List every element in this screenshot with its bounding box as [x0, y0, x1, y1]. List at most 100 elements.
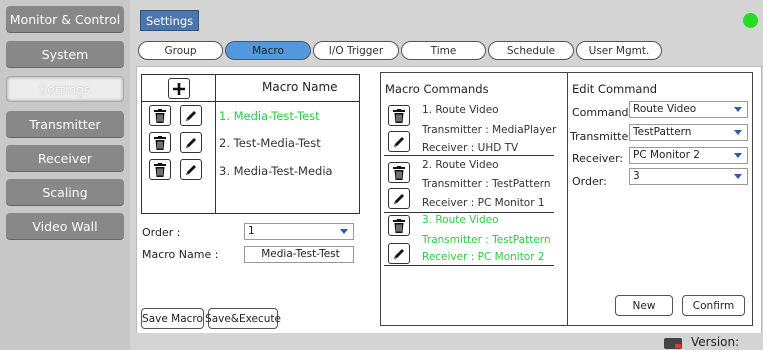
- command-line[interactable]: 2. Route Video: [422, 159, 499, 171]
- sidebar-item-label: Scaling: [42, 184, 88, 200]
- trash-icon: [393, 218, 405, 233]
- pencil-icon: [186, 110, 196, 121]
- tab-time[interactable]: Time: [401, 41, 486, 60]
- edit-command-button[interactable]: [388, 243, 410, 264]
- pencil-icon: [394, 248, 404, 259]
- tab-io-trigger[interactable]: I/O Trigger: [313, 41, 399, 60]
- command-line[interactable]: 3. Route Video: [422, 214, 499, 226]
- sidebar-item-label: System: [41, 46, 89, 62]
- edit-command-title: Edit Command: [572, 82, 658, 96]
- sidebar-item-label: Receiver: [37, 150, 93, 166]
- sidebar-item-label: Video Wall: [32, 218, 98, 234]
- delete-command-button[interactable]: [388, 162, 410, 183]
- command-select[interactable]: Route Video: [629, 101, 748, 118]
- trash-icon: [154, 135, 166, 150]
- edit-macro-button[interactable]: [180, 132, 202, 153]
- tab-label: I/O Trigger: [328, 44, 384, 57]
- chevron-down-icon: [734, 107, 742, 112]
- tab-schedule[interactable]: Schedule: [488, 41, 574, 60]
- tab-macro[interactable]: Macro: [225, 41, 311, 60]
- receiver-label: Receiver:: [572, 152, 624, 165]
- chevron-down-icon: [734, 153, 742, 158]
- macro-name-input[interactable]: Media-Test-Test: [244, 246, 354, 263]
- macro-list-item[interactable]: 2. Test-Media-Test: [219, 136, 321, 150]
- sidebar-item-system[interactable]: System: [6, 41, 124, 67]
- pencil-icon: [394, 193, 404, 204]
- edit-order-select[interactable]: 3: [629, 168, 748, 185]
- table-divider: [215, 74, 216, 214]
- tab-label: User Mgmt.: [588, 44, 650, 57]
- edit-macro-button[interactable]: [180, 159, 202, 180]
- sidebar-item-receiver[interactable]: Receiver: [6, 145, 124, 171]
- order-select[interactable]: 1: [244, 223, 354, 240]
- chevron-down-icon: [734, 174, 742, 179]
- receiver-select[interactable]: PC Monitor 2: [629, 147, 748, 164]
- pencil-icon: [394, 136, 404, 147]
- edit-command-button[interactable]: [388, 131, 410, 152]
- delete-macro-button[interactable]: [149, 159, 171, 180]
- confirm-command-button[interactable]: Confirm: [682, 295, 745, 316]
- transmitter-label: Transmitter:: [570, 130, 637, 143]
- add-macro-button[interactable]: [168, 78, 190, 99]
- macro-list-item[interactable]: 3. Media-Test-Media: [219, 164, 333, 178]
- tab-user-mgmt[interactable]: User Mgmt.: [576, 41, 662, 60]
- new-command-button[interactable]: New: [615, 295, 673, 316]
- macro-list-item[interactable]: 1. Media-Test-Test: [219, 109, 320, 123]
- sidebar: Monitor & Control System Settings Transm…: [0, 0, 130, 350]
- tab-label: Macro: [252, 44, 284, 57]
- command-line: Receiver : UHD TV: [422, 142, 519, 154]
- sidebar-item-scaling[interactable]: Scaling: [6, 179, 124, 205]
- delete-macro-button[interactable]: [149, 132, 171, 153]
- sidebar-item-settings[interactable]: Settings: [6, 76, 124, 102]
- pencil-icon: [186, 164, 196, 175]
- command-line: Transmitter : MediaPlayer: [422, 124, 557, 136]
- macro-name-header: Macro Name: [262, 80, 338, 94]
- tab-label: Schedule: [506, 44, 556, 57]
- sidebar-item-label: Monitor & Control: [9, 11, 121, 27]
- trash-icon: [154, 108, 166, 123]
- panel-divider: [567, 72, 568, 326]
- status-indicator: [743, 13, 758, 28]
- transmitter-value: TestPattern: [633, 126, 692, 138]
- command-separator: [384, 155, 554, 156]
- page-title: Settings: [140, 10, 200, 31]
- sidebar-item-video-wall[interactable]: Video Wall: [6, 213, 124, 239]
- command-line: Receiver : PC Monitor 2: [422, 251, 545, 263]
- command-line: Receiver : PC Monitor 1: [422, 197, 545, 209]
- command-line: Transmitter : TestPattern: [422, 178, 551, 190]
- macro-name-label: Macro Name :: [142, 248, 219, 261]
- sidebar-item-label: Settings: [39, 81, 91, 97]
- chevron-down-icon: [340, 229, 348, 234]
- edit-command-button[interactable]: [388, 188, 410, 209]
- command-label: Command:: [572, 106, 633, 119]
- trash-icon: [393, 165, 405, 180]
- command-line[interactable]: 1. Route Video: [422, 104, 499, 116]
- save-macro-button[interactable]: Save Macro: [141, 308, 204, 329]
- receiver-value: PC Monitor 2: [633, 149, 700, 161]
- sidebar-item-monitor-control[interactable]: Monitor & Control: [6, 6, 124, 32]
- sidebar-item-transmitter[interactable]: Transmitter: [6, 111, 124, 137]
- delete-macro-button[interactable]: [149, 105, 171, 126]
- trash-icon: [393, 108, 405, 123]
- edit-order-label: Order:: [572, 175, 607, 188]
- command-line: Transmitter : TestPattern: [422, 234, 551, 246]
- version-label: Version:: [691, 335, 740, 349]
- save-execute-button[interactable]: Save&Execute: [205, 308, 281, 329]
- command-separator: [384, 265, 554, 266]
- trash-icon: [154, 162, 166, 177]
- keyboard-icon[interactable]: [664, 338, 682, 349]
- order-label: Order :: [142, 226, 181, 239]
- tab-label: Group: [164, 44, 197, 57]
- pencil-icon: [186, 137, 196, 148]
- delete-command-button[interactable]: [388, 215, 410, 236]
- table-header-divider: [141, 101, 360, 102]
- plus-icon: [173, 82, 185, 95]
- edit-order-value: 3: [633, 170, 640, 182]
- tab-group[interactable]: Group: [138, 41, 223, 60]
- tab-label: Time: [430, 44, 457, 57]
- transmitter-select[interactable]: TestPattern: [629, 124, 748, 141]
- order-value: 1: [248, 225, 255, 237]
- chevron-down-icon: [734, 130, 742, 135]
- edit-macro-button[interactable]: [180, 105, 202, 126]
- delete-command-button[interactable]: [388, 105, 410, 126]
